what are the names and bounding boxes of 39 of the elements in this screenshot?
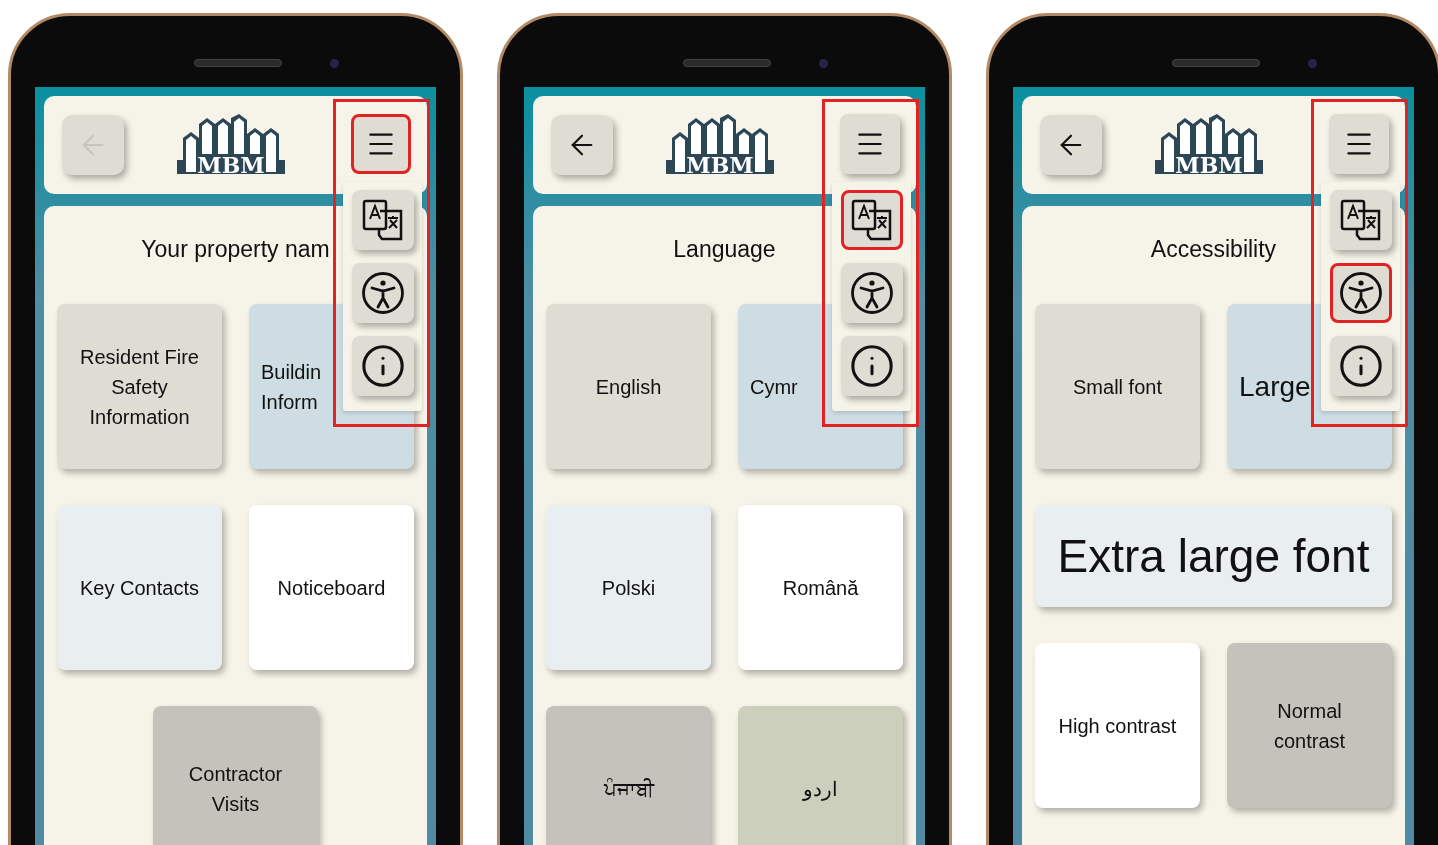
back-button[interactable] <box>1040 115 1102 175</box>
option-tile[interactable]: Polski <box>546 505 711 670</box>
option-tile[interactable]: ਪੰਜਾਬੀ <box>546 706 711 845</box>
menu-option-button[interactable] <box>1329 190 1392 250</box>
menu-option-button[interactable] <box>351 336 414 396</box>
option-tile[interactable]: High contrast <box>1035 643 1200 808</box>
menu-option-button[interactable] <box>840 336 903 396</box>
accessibility-icon <box>360 271 405 315</box>
menu-button[interactable] <box>840 114 900 174</box>
option-tile[interactable]: Română <box>738 505 903 670</box>
info-icon <box>848 343 895 389</box>
option-tile[interactable]: Normal contrast <box>1227 643 1392 808</box>
translate-icon <box>849 198 894 242</box>
info-icon <box>359 343 406 389</box>
option-tile[interactable]: Resident Fire Safety Information <box>57 304 222 469</box>
menu-option-button[interactable] <box>351 190 414 250</box>
menu-option-button[interactable] <box>840 190 903 250</box>
page-title: Language <box>673 235 776 264</box>
back-button[interactable] <box>551 115 613 175</box>
page-title: Your property nam <box>141 235 330 264</box>
accessibility-icon <box>849 271 894 315</box>
menu-option-button[interactable] <box>1329 263 1392 323</box>
menu-option-button[interactable] <box>1329 336 1392 396</box>
option-tile[interactable]: Extra large font <box>1035 505 1392 607</box>
translate-icon <box>360 198 405 242</box>
option-tile[interactable]: English <box>546 304 711 469</box>
option-tile[interactable]: Small font <box>1035 304 1200 469</box>
option-tile[interactable]: Contractor Visits <box>153 706 318 845</box>
option-tile[interactable]: Key Contacts <box>57 505 222 670</box>
menu-option-button[interactable] <box>840 263 903 323</box>
menu-button[interactable] <box>1329 114 1389 174</box>
info-icon <box>1337 343 1384 389</box>
option-tile[interactable]: Noticeboard <box>249 505 414 670</box>
accessibility-icon <box>1338 271 1383 315</box>
translate-icon <box>1338 198 1383 242</box>
menu-option-button[interactable] <box>351 263 414 323</box>
page-title: Accessibility <box>1150 235 1277 264</box>
menu-button[interactable] <box>351 114 411 174</box>
option-tile[interactable]: اردو <box>738 706 903 845</box>
